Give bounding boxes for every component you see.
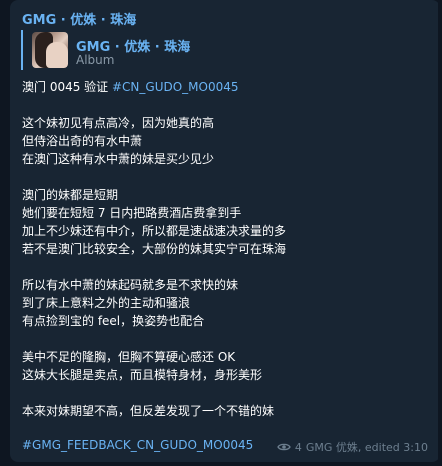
header-line: 澳门 0045 验证 #CN_GUDO_MO0045 xyxy=(22,78,432,96)
footer-hashtag[interactable]: #GMG_FEEDBACK_CN_GUDO_MO0045 xyxy=(22,438,253,452)
text-line: 她们要在短短 7 日内把路费酒店费拿到手 xyxy=(22,206,242,220)
text-line: 美中不足的隆胸，但胸不算硬心感还 OK xyxy=(22,350,236,364)
album-thumbnail[interactable] xyxy=(32,32,68,68)
text-line: 到了床上意料之外的主动和骚浪 xyxy=(22,296,191,310)
text-line: 但侍浴出奇的有水中萧 xyxy=(22,134,143,148)
eye-icon xyxy=(277,443,291,451)
text-line: 在澳门这种有水中萧的妹是买少见少 xyxy=(22,152,215,166)
header-hashtag[interactable]: #CN_GUDO_MO0045 xyxy=(112,80,239,94)
message-text: 澳门 0045 验证 #CN_GUDO_MO0045 这个妹初见有点高冷，因为她… xyxy=(22,78,432,420)
text-line: 所以有水中萧的妹起码就多是不求快的妹 xyxy=(22,278,239,292)
message-meta: 4 GMG 优姝, edited 3:10 xyxy=(277,439,428,455)
text-line: 本来对妹期望不高，但反差发现了一个不错的妹 xyxy=(22,404,275,418)
reply-preview[interactable]: GMG · 优姝 · 珠海 Album xyxy=(21,30,423,70)
message-signature: GMG 优姝, edited 3:10 xyxy=(305,441,428,454)
text-line: 这个妹初见有点高冷，因为她真的高 xyxy=(22,116,215,130)
thumbnail-figure xyxy=(46,42,68,68)
text-line: 有点捡到宝的 feel，换姿势也配合 xyxy=(22,314,205,328)
text-line: 澳门的妹都是短期 xyxy=(22,188,119,202)
sender-name[interactable]: GMG · 优姝 · 珠海 xyxy=(22,9,136,28)
text-line: 加上不少妹还有中介，所以都是速战速决求量的多 xyxy=(22,224,287,238)
text-line: 若不是澳门比较安全，大部份的妹其实宁可在珠海 xyxy=(22,242,287,256)
scrollbar[interactable] xyxy=(438,0,442,466)
header-text: 澳门 0045 验证 xyxy=(22,80,112,94)
message-bubble[interactable]: GMG · 优姝 · 珠海 GMG · 优姝 · 珠海 Album 澳门 004… xyxy=(10,0,440,462)
text-line: 这妹大长腿是卖点，而且模特身材，身形美形 xyxy=(22,368,263,382)
view-count: 4 xyxy=(294,440,302,454)
reply-subtitle: Album xyxy=(76,53,115,67)
message-lines: 这个妹初见有点高冷，因为她真的高 但侍浴出奇的有水中萧在澳门这种有水中萧的妹是买少… xyxy=(22,114,432,420)
